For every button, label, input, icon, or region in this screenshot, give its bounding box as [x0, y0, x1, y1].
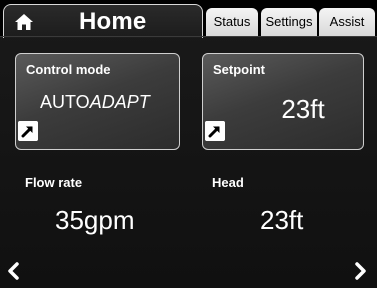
top-bar: Home Status Settings Assist	[0, 0, 377, 38]
home-icon	[15, 14, 33, 30]
arrow-up-right-icon[interactable]	[205, 121, 225, 141]
control-mode-value-main: AUTO	[40, 92, 90, 112]
page-title: Home	[79, 8, 147, 35]
chevron-right-icon[interactable]	[352, 262, 368, 280]
tab-settings[interactable]: Settings	[261, 8, 317, 36]
control-mode-value: AUTOADAPT	[40, 92, 150, 113]
flow-rate-label: Flow rate	[25, 175, 83, 190]
arrow-up-right-icon[interactable]	[18, 121, 38, 141]
setpoint-label: Setpoint	[213, 62, 265, 77]
control-mode-tile[interactable]: Control mode AUTOADAPT	[15, 53, 180, 150]
head-label: Head	[212, 175, 244, 190]
control-mode-label: Control mode	[26, 62, 111, 77]
tab-assist[interactable]: Assist	[319, 8, 375, 36]
control-mode-value-italic: ADAPT	[89, 92, 150, 112]
home-screen: Home Status Settings Assist Control mode…	[0, 0, 377, 288]
tab-home[interactable]: Home	[3, 4, 203, 38]
flow-rate-value: 35gpm	[55, 205, 135, 235]
tab-status[interactable]: Status	[206, 8, 258, 36]
header-divider	[0, 36, 377, 37]
chevron-left-icon[interactable]	[6, 262, 22, 280]
setpoint-tile[interactable]: Setpoint 23ft	[202, 53, 364, 150]
setpoint-value: 23ft	[281, 94, 325, 124]
head-value: 23ft	[260, 205, 304, 235]
